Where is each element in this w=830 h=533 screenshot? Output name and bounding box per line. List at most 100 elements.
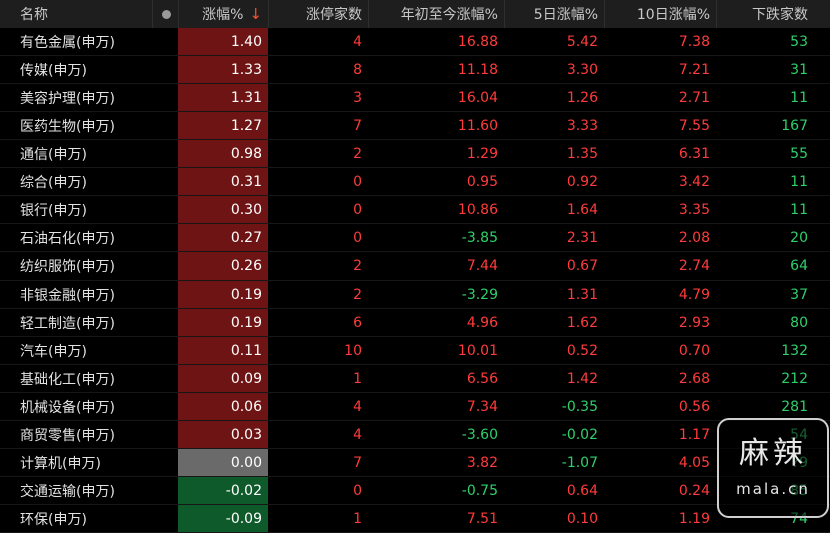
table-row[interactable]: 医药生物(申万) 1.27 7 11.60 3.33 7.55 167 <box>0 112 830 141</box>
header-divider <box>504 0 505 28</box>
col-header-limit-up[interactable]: 涨停家数 <box>268 0 368 28</box>
table-row[interactable]: 银行(申万) 0.30 0 10.86 1.64 3.35 11 <box>0 196 830 225</box>
cell-d5: 5.42 <box>566 34 598 50</box>
watermark-domain: mala.cn <box>736 480 810 498</box>
cell-pct: -0.02 <box>178 476 268 505</box>
table-row[interactable]: 商贸零售(申万)0.034-3.60-0.021.1754 <box>0 420 830 449</box>
cell-pct: 0.31 <box>178 168 268 197</box>
cell-limit-up: 1 <box>353 511 362 528</box>
cell-d10: 0.24 <box>678 482 710 499</box>
table-row[interactable]: 交通运输(申万)-0.020-0.750.640.2485 <box>0 476 830 505</box>
table-row[interactable]: 机械设备(申万) 0.06 4 7.34 -0.35 0.56 281 <box>0 392 830 421</box>
cell-pct: 0.03 <box>178 420 268 449</box>
header-divider <box>178 0 179 28</box>
cell-d10: 7.38 <box>678 34 710 50</box>
cell-down: 37 <box>790 286 808 303</box>
table-row[interactable]: 基础化工(申万) 0.09 1 6.56 1.42 2.68 212 <box>0 364 830 393</box>
cell-down: 11 <box>790 202 808 219</box>
cell-d10: 7.21 <box>678 62 710 79</box>
col-header-name[interactable]: 名称 <box>0 0 152 28</box>
cell-name: 非银金融(申万) <box>20 287 115 304</box>
cell-limit-up: 0 <box>353 202 362 219</box>
table-row[interactable]: 美容护理(申万) 1.31 3 16.04 1.26 2.71 11 <box>0 84 830 113</box>
cell-pct: 0.11 <box>178 336 268 365</box>
cell-limit-up: 1 <box>353 370 362 387</box>
header-divider <box>152 0 153 28</box>
cell-down: 281 <box>781 398 808 415</box>
cell-name: 轻工制造(申万) <box>20 315 115 332</box>
cell-d10: 2.74 <box>678 258 710 275</box>
cell-down: 31 <box>790 62 808 79</box>
cell-ytd: -0.75 <box>461 482 498 499</box>
cell-name: 石油石化(申万) <box>20 231 115 248</box>
cell-ytd: 3.82 <box>466 454 498 471</box>
cell-d5: 3.30 <box>566 62 598 79</box>
cell-limit-up: 6 <box>353 314 362 331</box>
cell-ytd: 11.60 <box>457 118 498 135</box>
table-row[interactable]: 轻工制造(申万) 0.19 6 4.96 1.62 2.93 80 <box>0 308 830 337</box>
cell-ytd: 16.04 <box>457 90 498 107</box>
cell-name: 汽车(申万) <box>20 343 87 360</box>
table-row[interactable]: 石油石化(申万) 0.27 0 -3.85 2.31 2.08 20 <box>0 224 830 253</box>
table-row[interactable]: 纺织服饰(申万) 0.26 2 7.44 0.67 2.74 64 <box>0 252 830 281</box>
cell-d5: 1.31 <box>566 286 598 303</box>
table-row[interactable]: 有色金属(申万) 1.40 4 16.88 5.42 7.38 53 <box>0 28 830 56</box>
cell-pct: 0.09 <box>178 364 268 393</box>
cell-name: 商贸零售(申万) <box>20 427 115 444</box>
cell-ytd: 10.86 <box>457 202 498 219</box>
cell-d5: -1.07 <box>561 454 598 471</box>
cell-ytd: 7.44 <box>466 258 498 275</box>
cell-limit-up: 4 <box>353 34 362 50</box>
cell-pct: 0.98 <box>178 140 268 169</box>
table-row[interactable]: 通信(申万) 0.98 2 1.29 1.35 6.31 55 <box>0 140 830 169</box>
cell-down: 80 <box>790 314 808 331</box>
cell-limit-up: 2 <box>353 146 362 163</box>
cell-down: 55 <box>790 146 808 163</box>
col-header-pct[interactable]: 涨幅% ↓ <box>178 0 268 28</box>
header-divider <box>368 0 369 28</box>
cell-d5: -0.35 <box>561 398 598 415</box>
table-row[interactable]: 非银金融(申万) 0.19 2 -3.29 1.31 4.79 37 <box>0 280 830 309</box>
cell-ytd: 0.95 <box>466 174 498 191</box>
cell-d10: 0.56 <box>678 398 710 415</box>
table-row[interactable]: 综合(申万) 0.31 0 0.95 0.92 3.42 11 <box>0 168 830 197</box>
cell-ytd: 7.51 <box>466 511 498 528</box>
cell-d10: 1.19 <box>678 511 710 528</box>
header-divider <box>604 0 605 28</box>
cell-name: 有色金属(申万) <box>20 35 115 51</box>
header-divider <box>716 0 717 28</box>
cell-ytd: 10.01 <box>457 342 498 359</box>
cell-pct: 0.19 <box>178 308 268 337</box>
watermark-logo: 麻辣 mala.cn <box>717 418 829 518</box>
cell-name: 环保(申万) <box>20 512 87 529</box>
cell-d10: 7.55 <box>678 118 710 135</box>
table-row[interactable]: 传媒(申万) 1.33 8 11.18 3.30 7.21 31 <box>0 56 830 85</box>
table-row[interactable]: 汽车(申万) 0.11 10 10.01 0.52 0.70 132 <box>0 336 830 365</box>
cell-pct: 0.00 <box>178 448 268 477</box>
cell-ytd: -3.60 <box>461 426 498 443</box>
table-row[interactable]: 计算机(申万)0.0073.82-1.074.05?9 <box>0 448 830 477</box>
table-row[interactable]: 环保(申万) -0.09 1 7.51 0.10 1.19 74 <box>0 505 830 533</box>
table-header: 名称 涨幅% ↓ 涨停家数 年初至今涨幅% 5日涨幅% 10日涨幅% 下跌家数 <box>0 0 830 28</box>
cell-ytd: 7.34 <box>466 398 498 415</box>
cell-pct: 0.06 <box>178 392 268 421</box>
cell-ytd: -3.29 <box>461 286 498 303</box>
cell-d5: 0.52 <box>566 342 598 359</box>
col-header-ytd[interactable]: 年初至今涨幅% <box>368 0 504 28</box>
cell-name: 机械设备(申万) <box>20 399 115 416</box>
cell-d10: 3.35 <box>678 202 710 219</box>
cell-d10: 1.17 <box>678 426 710 443</box>
column-settings-icon[interactable] <box>152 0 180 28</box>
cell-down: 11 <box>790 90 808 107</box>
cell-limit-up: 4 <box>353 398 362 415</box>
cell-d10: 2.68 <box>678 370 710 387</box>
col-header-10d[interactable]: 10日涨幅% <box>604 0 716 28</box>
cell-d5: 1.64 <box>566 202 598 219</box>
col-header-down-count[interactable]: 下跌家数 <box>716 0 830 28</box>
col-header-5d[interactable]: 5日涨幅% <box>504 0 604 28</box>
cell-d10: 2.93 <box>678 314 710 331</box>
cell-d10: 3.42 <box>678 174 710 191</box>
cell-name: 计算机(申万) <box>20 455 101 472</box>
cell-d10: 0.70 <box>678 342 710 359</box>
cell-limit-up: 7 <box>353 118 362 135</box>
